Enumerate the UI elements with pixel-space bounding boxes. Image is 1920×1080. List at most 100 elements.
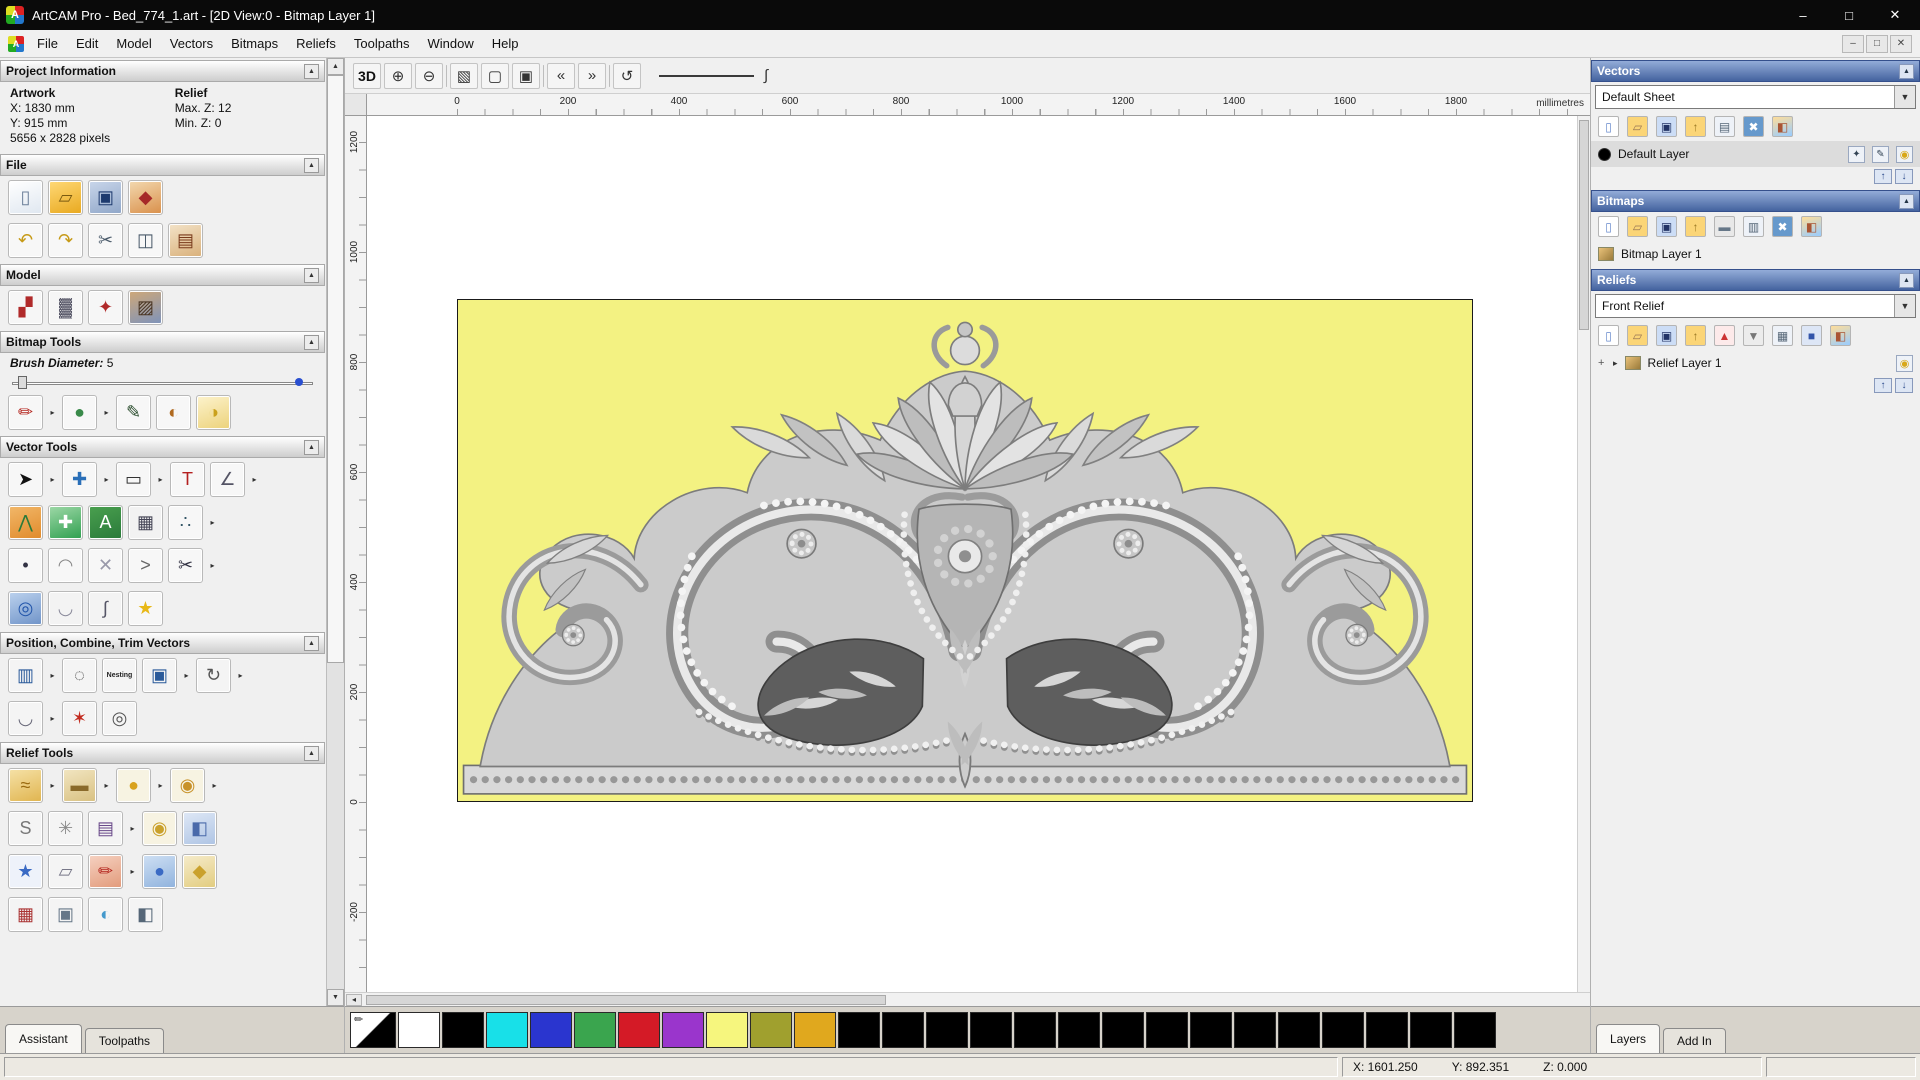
collapse-icon[interactable]: ▲ — [304, 334, 319, 350]
mdi-restore-button[interactable]: □ — [1866, 34, 1888, 53]
star-wizard-icon[interactable]: ★ — [8, 854, 43, 889]
new-relief-layer-icon[interactable]: ▯ — [1598, 325, 1619, 346]
bitmap-layer-prev-icon[interactable]: « — [547, 62, 575, 89]
move-layer-down-icon[interactable]: ↓ — [1895, 169, 1913, 184]
rectangle-flyout-icon[interactable]: ▸ — [156, 462, 165, 497]
maximize-button[interactable]: □ — [1830, 3, 1868, 27]
import-vectors-icon[interactable]: ↑ — [1685, 116, 1706, 137]
select-flyout-icon[interactable]: ▸ — [48, 462, 57, 497]
horizontal-scroll-thumb[interactable] — [366, 994, 886, 1005]
add-relief-layer-icon[interactable]: ▲ — [1714, 325, 1735, 346]
mirror-relief-icon[interactable]: ◧ — [128, 897, 163, 932]
collapse-icon[interactable]: ▲ — [304, 635, 319, 651]
sculpt-relief-icon[interactable]: ≈ — [8, 768, 43, 803]
copy-rotate-icon[interactable]: ↻ — [196, 658, 231, 693]
open-model-icon[interactable]: ▱ — [48, 180, 83, 215]
constant-height-icon[interactable]: ◧ — [182, 811, 217, 846]
color-swatch[interactable] — [1190, 1012, 1232, 1048]
flood-fill-icon[interactable]: ◑ — [196, 395, 231, 430]
drawing-canvas[interactable] — [367, 116, 1590, 992]
import-bitmap-icon[interactable]: ↑ — [1685, 216, 1706, 237]
paint-icon[interactable]: ✏ — [8, 395, 43, 430]
mdi-close-button[interactable]: ✕ — [1890, 34, 1912, 53]
create-ellipse-icon[interactable]: ◡ — [48, 591, 83, 626]
delete-bitmap-layer-icon[interactable]: ✖ — [1772, 216, 1793, 237]
save-model-icon[interactable]: ▣ — [88, 180, 123, 215]
colour-picker-icon[interactable]: ✎ — [116, 395, 151, 430]
add-relief-layer-icon[interactable]: + — [1598, 357, 1606, 369]
color-swatch[interactable] — [750, 1012, 792, 1048]
relief-layer-icon[interactable]: ◐ — [88, 897, 123, 932]
subtract-relief-layer-icon[interactable]: ▼ — [1743, 325, 1764, 346]
bitmaps-section-header[interactable]: Bitmaps ▲ — [1591, 190, 1920, 212]
weld-vectors-icon[interactable]: ✶ — [62, 701, 97, 736]
color-swatch[interactable] — [574, 1012, 616, 1048]
chevron-down-icon[interactable]: ▼ — [1894, 86, 1915, 108]
sculpt-flyout-icon[interactable]: ▸ — [48, 768, 57, 803]
color-swatch[interactable] — [530, 1012, 572, 1048]
color-swatch[interactable] — [486, 1012, 528, 1048]
array-points-icon[interactable]: ∴ — [168, 505, 203, 540]
paint-flyout-icon[interactable]: ▸ — [48, 395, 57, 430]
toolbar-separator-2[interactable] — [543, 64, 544, 87]
weave-wizard-icon[interactable]: ✳ — [48, 811, 83, 846]
vertical-scroll-thumb[interactable] — [1579, 120, 1589, 330]
color-swatch[interactable] — [1322, 1012, 1364, 1048]
layer-visibility-icon[interactable]: ◉ — [1896, 145, 1913, 163]
open-vector-layer-icon[interactable]: ▱ — [1627, 116, 1648, 137]
block-paste-icon[interactable]: ▥ — [8, 658, 43, 693]
collapse-icon[interactable]: ▲ — [304, 745, 319, 761]
cut-icon[interactable]: ✂ — [88, 223, 123, 258]
menu-toolpaths[interactable]: Toolpaths — [345, 31, 419, 56]
trim-vectors-icon[interactable]: ✂ — [168, 548, 203, 583]
offset-vector-icon[interactable]: ∫ — [88, 591, 123, 626]
combine-bitmaps-icon[interactable]: ▥ — [1743, 216, 1764, 237]
relief-selector[interactable]: Front Relief ▼ — [1595, 294, 1916, 318]
node-editing-icon[interactable]: ✚ — [48, 505, 83, 540]
paste-icon[interactable]: ▤ — [168, 223, 203, 258]
merge-vector-layers-icon[interactable]: ◧ — [1772, 116, 1793, 137]
color-swatch[interactable] — [1410, 1012, 1452, 1048]
measure-flyout-icon[interactable]: ▸ — [250, 462, 259, 497]
shape-editor-icon[interactable]: ◉ — [170, 768, 205, 803]
create-text-icon[interactable]: T — [170, 462, 205, 497]
menu-file[interactable]: File — [28, 31, 67, 56]
collapse-icon[interactable]: ▲ — [1899, 272, 1914, 288]
paint-selective-flyout-icon[interactable]: ▸ — [102, 395, 111, 430]
brush-diameter-slider[interactable] — [12, 376, 313, 389]
block-paste-flyout-icon[interactable]: ▸ — [48, 658, 57, 693]
merge-low-icon[interactable]: ■ — [1801, 325, 1822, 346]
tab-add-in[interactable]: Add In — [1663, 1028, 1726, 1053]
measure-icon[interactable]: ∠ — [210, 462, 245, 497]
reliefs-section-header[interactable]: Reliefs ▲ — [1591, 269, 1920, 291]
color-swatch[interactable] — [1058, 1012, 1100, 1048]
section-header-bitmap-tools[interactable]: Bitmap Tools ▲ — [0, 331, 325, 353]
move-layer-up-icon[interactable]: ↑ — [1874, 378, 1892, 393]
color-swatch[interactable] — [706, 1012, 748, 1048]
collapse-icon[interactable]: ▲ — [304, 267, 319, 283]
toolbar-separator-3[interactable] — [609, 64, 610, 87]
envelope-distort-icon[interactable]: ▱ — [48, 854, 83, 889]
open-relief-layer-icon[interactable]: ▱ — [1627, 325, 1648, 346]
save-relief-layer-icon[interactable]: ▣ — [1656, 325, 1677, 346]
collapse-icon[interactable]: ▲ — [304, 439, 319, 455]
save-bitmap-layer-icon[interactable]: ▣ — [1656, 216, 1677, 237]
collapse-icon[interactable]: ▲ — [1899, 193, 1914, 209]
expand-layer-icon[interactable]: ▸ — [1613, 358, 1618, 369]
color-swatch[interactable] — [442, 1012, 484, 1048]
tab-layers[interactable]: Layers — [1596, 1024, 1661, 1053]
transparency-icon[interactable]: ▬ — [1714, 216, 1735, 237]
minimize-button[interactable]: – — [1784, 3, 1822, 27]
menu-vectors[interactable]: Vectors — [161, 31, 222, 56]
bezier-editing-icon[interactable]: ✕ — [88, 548, 123, 583]
merge-high-icon[interactable]: ▦ — [1772, 325, 1793, 346]
snap-grid-icon[interactable]: ▦ — [128, 505, 163, 540]
relief-clipart-icon[interactable]: ▤ — [88, 811, 123, 846]
new-bitmap-layer-icon[interactable]: ▯ — [1598, 216, 1619, 237]
save-vector-layer-icon[interactable]: ▣ — [1656, 116, 1677, 137]
vectors-section-header[interactable]: Vectors ▲ — [1591, 60, 1920, 82]
layer-visibility-icon[interactable]: ◉ — [1896, 354, 1913, 372]
redo-icon[interactable]: ↷ — [48, 223, 83, 258]
create-text-block-icon[interactable]: A — [88, 505, 123, 540]
color-swatch[interactable] — [398, 1012, 440, 1048]
